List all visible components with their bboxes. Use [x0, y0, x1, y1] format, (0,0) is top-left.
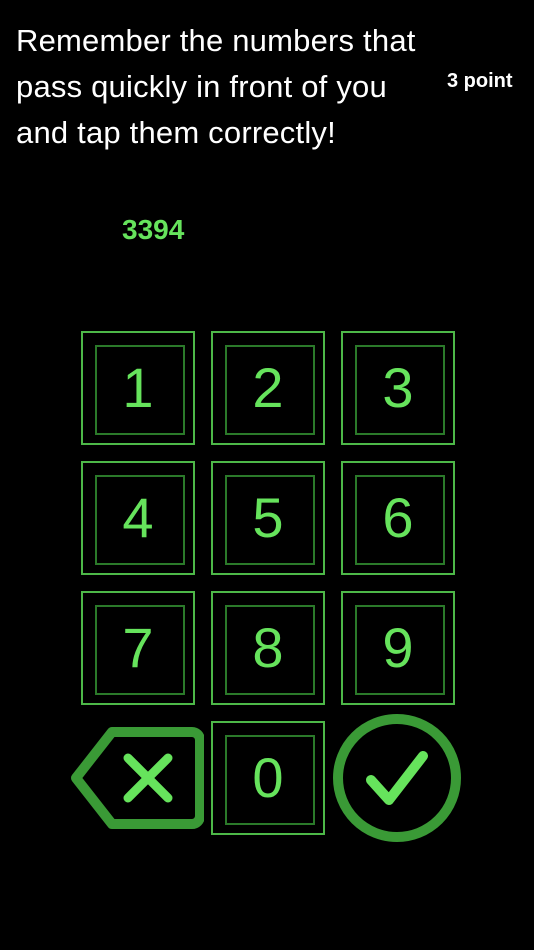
key-9[interactable]: 9: [341, 591, 455, 705]
key-6-label: 6: [382, 486, 414, 549]
key-0-label: 0: [252, 746, 284, 809]
checkmark-circle-icon: [333, 714, 461, 842]
key-9-label: 9: [382, 616, 414, 679]
key-0[interactable]: 0: [211, 721, 325, 835]
key-6[interactable]: 6: [341, 461, 455, 575]
score-label: 3 point: [447, 70, 513, 92]
backspace-x-icon: [71, 727, 204, 829]
key-4-label: 4: [122, 486, 154, 549]
key-5[interactable]: 5: [211, 461, 325, 575]
delete-button[interactable]: [70, 726, 204, 830]
key-2[interactable]: 2: [211, 331, 325, 445]
key-7[interactable]: 7: [81, 591, 195, 705]
key-1-label: 1: [122, 356, 154, 419]
key-1[interactable]: 1: [81, 331, 195, 445]
key-7-label: 7: [122, 616, 154, 679]
target-number: 3394: [122, 214, 185, 245]
key-8-label: 8: [252, 616, 284, 679]
key-4[interactable]: 4: [81, 461, 195, 575]
key-8[interactable]: 8: [211, 591, 325, 705]
key-5-label: 5: [252, 486, 284, 549]
confirm-button[interactable]: [331, 712, 463, 844]
key-2-label: 2: [252, 356, 284, 419]
instructions-text: Remember the numbers that pass quickly i…: [16, 23, 416, 150]
key-3[interactable]: 3: [341, 331, 455, 445]
key-3-label: 3: [382, 356, 414, 419]
